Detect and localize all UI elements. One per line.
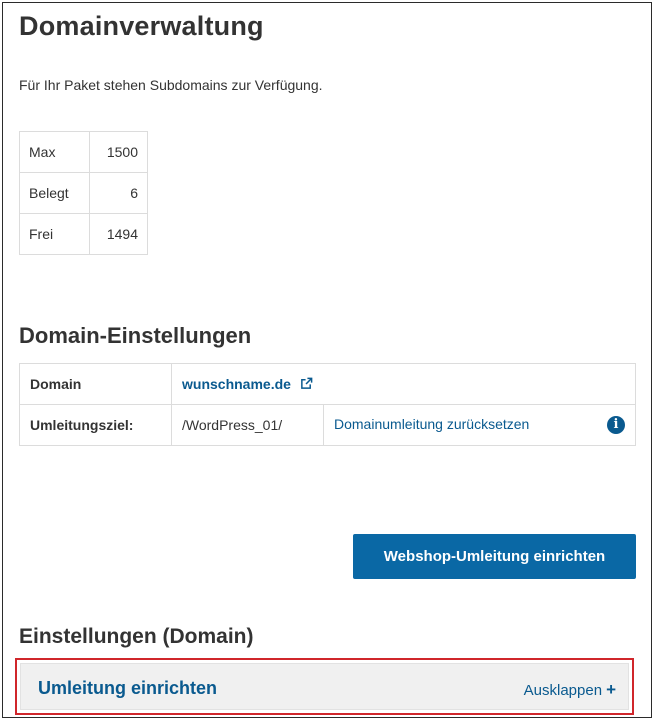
external-link-icon[interactable] [300, 377, 313, 390]
domain-settings-heading: Domain-Einstellungen [19, 323, 252, 348]
quota-row-max: Max 1500 [19, 131, 148, 173]
info-icon[interactable]: i [607, 416, 625, 434]
quota-label: Max [19, 131, 90, 173]
reset-redirect-link[interactable]: Domainumleitung zurücksetzen [334, 416, 529, 432]
quota-row-free: Frei 1494 [19, 213, 148, 255]
domain-cell: wunschname.de [171, 363, 636, 405]
domain-settings-section-heading: Einstellungen (Domain) [19, 625, 254, 648]
quota-value: 1494 [89, 213, 148, 255]
subdomain-intro-text: Für Ihr Paket stehen Subdomains zur Verf… [19, 77, 323, 93]
subdomain-quota-table: Max 1500 Belegt 6 Frei 1494 [19, 131, 148, 255]
redirect-target-value: /WordPress_01/ [171, 404, 324, 446]
redirect-label: Umleitungsziel: [19, 404, 172, 446]
domain-management-page: Domainverwaltung Für Ihr Paket stehen Su… [2, 2, 652, 718]
domain-link[interactable]: wunschname.de [182, 376, 291, 392]
page-title: Domainverwaltung [19, 11, 264, 41]
expand-toggle[interactable]: Ausklappen + [524, 680, 616, 700]
quota-label: Belegt [19, 172, 90, 214]
redirect-actions-cell: Domainumleitung zurücksetzen i [323, 404, 636, 446]
panel-title: Umleitung einrichten [38, 678, 218, 698]
quota-label: Frei [19, 213, 90, 255]
redirect-row: Umleitungsziel: /WordPress_01/ Domainuml… [19, 404, 636, 446]
quota-value: 6 [89, 172, 148, 214]
redirect-setup-panel[interactable]: Umleitung einrichten Ausklappen + [20, 663, 629, 710]
expand-label: Ausklappen [523, 682, 603, 699]
webshop-redirect-button[interactable]: Webshop-Umleitung einrichten [353, 534, 636, 579]
redirect-setup-panel-highlight: Umleitung einrichten Ausklappen + [15, 658, 634, 715]
domain-label: Domain [19, 363, 172, 405]
quota-value: 1500 [89, 131, 148, 173]
quota-row-used: Belegt 6 [19, 172, 148, 214]
plus-icon: + [606, 680, 616, 699]
domain-row: Domain wunschname.de [19, 363, 636, 405]
domain-settings-table: Domain wunschname.de Umleitungsziel: /Wo… [19, 363, 636, 446]
